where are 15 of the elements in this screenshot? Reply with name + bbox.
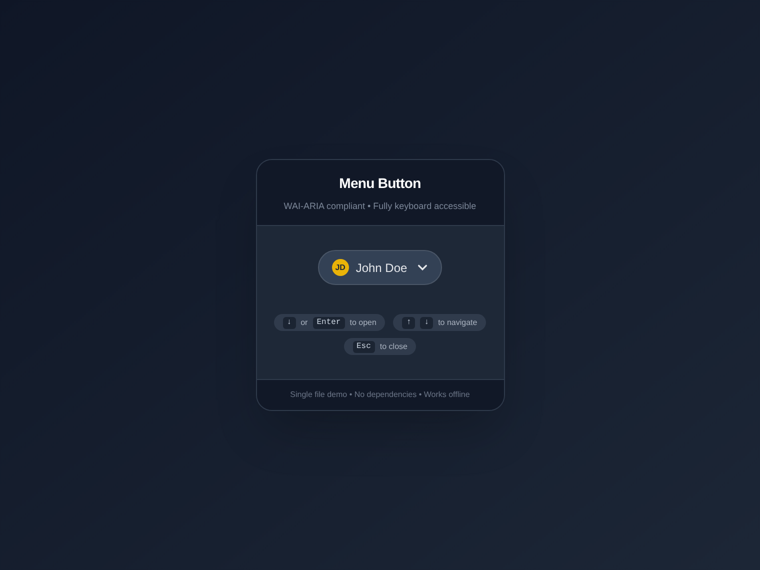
- hint-text: to open: [350, 316, 376, 329]
- hint-text: or: [300, 316, 308, 329]
- card-title: Menu Button: [339, 174, 421, 193]
- chevron-down-icon: [417, 262, 428, 274]
- hint-text: to close: [380, 340, 408, 353]
- footer-text: Single file demo • No dependencies • Works offline: [290, 389, 470, 402]
- key-label: ↓: [282, 316, 296, 329]
- key-label: ↑: [402, 316, 416, 329]
- key-label: Enter: [312, 316, 345, 329]
- key-label: Esc: [352, 340, 375, 353]
- key-label: ↓: [420, 316, 434, 329]
- avatar: JD: [332, 259, 349, 276]
- card-subtitle: WAI-ARIA compliant • Fully keyboard accessible: [284, 200, 476, 213]
- menu-button[interactable]: JD John Doe: [318, 250, 442, 286]
- hint-text: to navigate: [438, 316, 478, 329]
